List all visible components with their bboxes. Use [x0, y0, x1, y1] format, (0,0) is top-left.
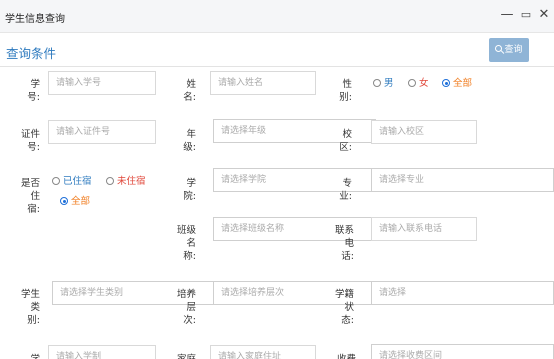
id-no-input[interactable]: 请输入证件号	[48, 120, 156, 144]
gender-radio-all[interactable]: 全部	[442, 78, 472, 90]
gender-radio-female[interactable]: 女	[408, 78, 429, 90]
window-title: 学生信息查询	[5, 14, 65, 25]
residence-label: 是否住宿:	[20, 178, 40, 215]
campus-label: 校区:	[339, 129, 352, 153]
radio-icon	[373, 79, 381, 87]
status-select[interactable]: 请选择	[371, 281, 554, 305]
row6-col3-label: 收费	[326, 353, 356, 359]
radio-icon	[106, 177, 114, 185]
college-label: 学院:	[183, 178, 196, 202]
residence-radio-all[interactable]: 全部	[60, 196, 90, 208]
grade-label: 年级:	[183, 129, 196, 153]
class-name-label: 班级名称:	[176, 225, 196, 262]
campus-input[interactable]: 请输入校区	[371, 120, 477, 144]
radio-icon	[408, 79, 416, 87]
query-panel: 查询条件 查询 学号: 请输入学号 姓名: 请输入姓名 性别: 男 女 全部 证…	[0, 33, 554, 359]
panel-header: 查询条件 查询	[0, 33, 554, 67]
search-icon	[495, 45, 503, 52]
radio-selected-icon	[442, 79, 450, 87]
radio-icon	[52, 177, 60, 185]
window-titlebar: 学生信息查询 — ▭ ✕	[0, 0, 554, 33]
query-button-label: 查询	[504, 45, 523, 55]
phone-label: 联系电话:	[334, 225, 354, 262]
phone-input[interactable]: 请输入联系电话	[371, 217, 477, 241]
row6-col2-label: 家庭	[166, 353, 196, 359]
row6-col1-input[interactable]: 请输入学制	[48, 345, 156, 359]
residence-radio-no[interactable]: 未住宿	[106, 176, 146, 188]
radio-selected-icon	[60, 197, 68, 205]
panel-heading: 查询条件	[6, 46, 57, 61]
gender-label: 性别:	[339, 79, 352, 103]
restore-icon[interactable]: ▭	[519, 6, 533, 24]
student-no-input[interactable]: 请输入学号	[48, 71, 156, 95]
student-type-label: 学生类别:	[20, 289, 40, 326]
status-label: 学籍状态:	[334, 289, 354, 326]
major-label: 专业:	[339, 178, 352, 202]
name-input[interactable]: 请输入姓名	[210, 71, 316, 95]
row6-col1-label: 学	[14, 353, 40, 359]
row6-col3-select[interactable]: 请选择收费区间	[371, 344, 554, 359]
query-button[interactable]: 查询	[489, 38, 529, 62]
residence-radio-yes[interactable]: 已住宿	[52, 176, 92, 188]
training-level-label: 培养层次:	[176, 289, 196, 326]
minimize-icon[interactable]: —	[500, 6, 514, 24]
row6-col2-input[interactable]: 请输入家庭住址	[210, 345, 316, 359]
name-label: 姓名:	[183, 79, 196, 103]
gender-radio-male[interactable]: 男	[373, 78, 394, 90]
id-no-label: 证件 号:	[20, 129, 40, 153]
student-no-label: 学号:	[27, 79, 40, 103]
major-select[interactable]: 请选择专业	[371, 168, 554, 192]
close-icon[interactable]: ✕	[537, 6, 551, 24]
